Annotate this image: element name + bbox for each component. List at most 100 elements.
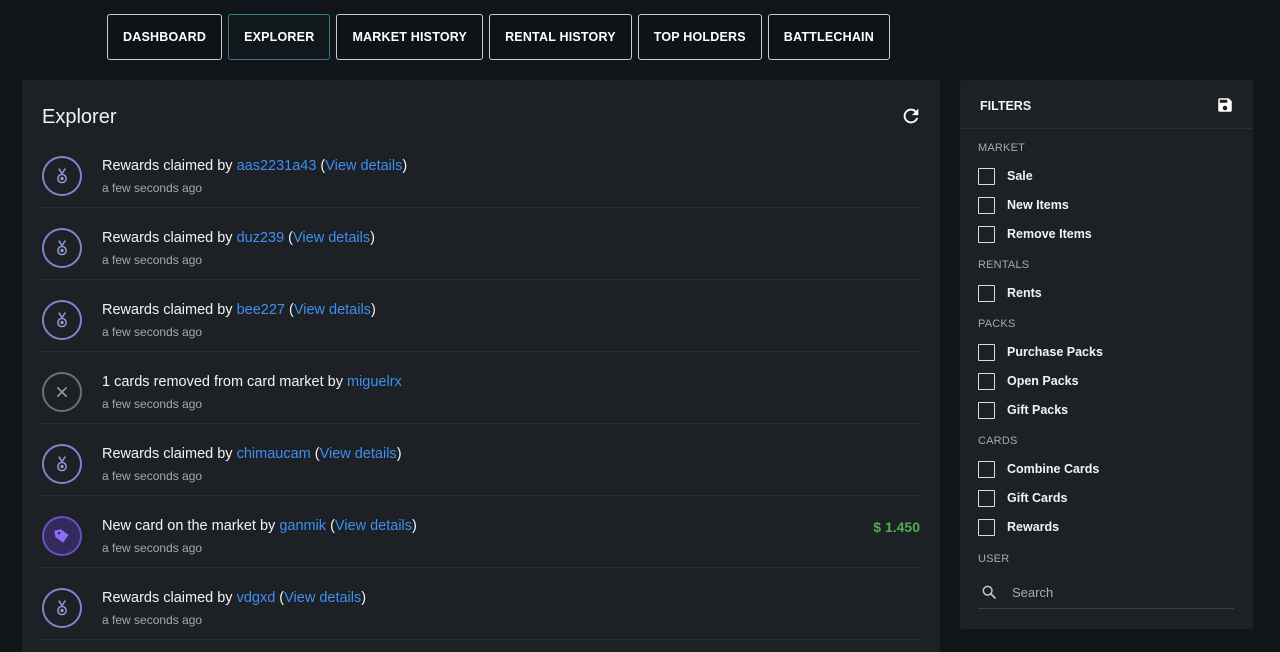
- tab-battlechain[interactable]: BATTLECHAIN: [767, 14, 890, 60]
- event-description: 1 cards removed from card market by: [102, 374, 347, 390]
- event-text: Rewards claimed by duz239 (View details): [102, 230, 375, 246]
- filter-label-new-items: New Items: [1007, 198, 1069, 212]
- event-user-link[interactable]: miguelrx: [347, 374, 402, 390]
- explorer-panel: Explorer Rewards claimed by aas2231a43 (…: [22, 80, 940, 652]
- tag-icon: [54, 529, 69, 543]
- paren-open: (: [284, 230, 294, 246]
- event-user-link[interactable]: bee227: [237, 302, 285, 318]
- event-timestamp: a few seconds ago: [102, 613, 203, 627]
- event-user-link[interactable]: chimaucam: [237, 446, 311, 462]
- event-description: Rewards claimed by: [102, 590, 237, 606]
- filter-label-rents: Rents: [1007, 286, 1042, 300]
- paren-open: (: [310, 446, 320, 462]
- event-timestamp: a few seconds ago: [102, 325, 203, 339]
- event-user-link[interactable]: aas2231a43: [237, 158, 317, 174]
- event-text: Rewards claimed by aas2231a43 (View deta…: [102, 158, 407, 174]
- event-row: New card on the market by ganmik (View d…: [42, 496, 920, 568]
- event-user-link[interactable]: duz239: [237, 230, 285, 246]
- filter-label-gift-cards: Gift Cards: [1007, 491, 1068, 505]
- filter-option-new-items[interactable]: New Items: [978, 196, 1069, 214]
- filter-option-gift-packs[interactable]: Gift Packs: [978, 401, 1068, 419]
- filter-label-purchase-packs: Purchase Packs: [1007, 345, 1103, 359]
- filter-option-purchase-packs[interactable]: Purchase Packs: [978, 343, 1103, 361]
- paren-close: ): [402, 158, 408, 174]
- view-details-link[interactable]: View details: [335, 518, 412, 534]
- filters-title: FILTERS: [980, 99, 1032, 113]
- section-label-market: MARKET: [978, 142, 1026, 154]
- event-feed: Rewards claimed by aas2231a43 (View deta…: [42, 136, 920, 640]
- top-nav: DASHBOARD EXPLORER MARKET HISTORY RENTAL…: [107, 14, 890, 60]
- event-icon-badge: [42, 156, 82, 196]
- filter-option-rewards[interactable]: Rewards: [978, 518, 1059, 536]
- user-search-input[interactable]: [1012, 584, 1222, 600]
- event-text: New card on the market by ganmik (View d…: [102, 518, 417, 534]
- tab-market-history[interactable]: MARKET HISTORY: [336, 14, 484, 60]
- checkbox-rents[interactable]: [978, 284, 995, 302]
- view-details-link[interactable]: View details: [320, 446, 397, 462]
- close-icon: [57, 387, 67, 397]
- event-timestamp: a few seconds ago: [102, 253, 203, 267]
- event-timestamp: a few seconds ago: [102, 541, 203, 555]
- view-details-link[interactable]: View details: [294, 302, 371, 318]
- paren-close: ): [396, 446, 402, 462]
- paren-close: ): [412, 518, 417, 534]
- save-icon[interactable]: [1216, 96, 1234, 114]
- paren-close: ): [370, 302, 376, 318]
- event-row: Rewards claimed by chimaucam (View detai…: [42, 424, 920, 496]
- event-row: 1 cards removed from card market by migu…: [42, 352, 920, 424]
- refresh-icon[interactable]: [900, 105, 922, 127]
- tab-top-holders[interactable]: TOP HOLDERS: [637, 14, 762, 60]
- event-row: Rewards claimed by aas2231a43 (View deta…: [42, 136, 920, 208]
- checkbox-purchase-packs[interactable]: [978, 343, 995, 361]
- search-icon: [982, 585, 996, 599]
- checkbox-gift-packs[interactable]: [978, 401, 995, 419]
- filter-option-rents[interactable]: Rents: [978, 284, 1042, 302]
- view-details-link[interactable]: View details: [293, 230, 370, 246]
- page-title: Explorer: [42, 106, 117, 128]
- checkbox-open-packs[interactable]: [978, 372, 995, 390]
- event-row: Rewards claimed by vdgxd (View details) a…: [42, 568, 920, 640]
- filter-option-sale[interactable]: Sale: [978, 167, 1033, 185]
- view-details-link[interactable]: View details: [325, 158, 402, 174]
- filter-option-gift-cards[interactable]: Gift Cards: [978, 489, 1067, 507]
- checkbox-gift-cards[interactable]: [978, 489, 995, 507]
- filter-option-remove-items[interactable]: Remove Items: [978, 225, 1092, 243]
- tab-dashboard[interactable]: DASHBOARD: [107, 14, 223, 60]
- event-icon-badge: [42, 300, 82, 340]
- section-label-packs: PACKS: [978, 318, 1016, 330]
- event-price: $ 1.450: [873, 519, 920, 535]
- paren-open: (: [275, 590, 285, 606]
- paren-close: ): [370, 230, 375, 246]
- event-user-link[interactable]: vdgxd: [237, 590, 276, 606]
- checkbox-combine-cards[interactable]: [978, 460, 995, 478]
- view-details-link[interactable]: View details: [284, 590, 361, 606]
- event-row: Rewards claimed by duz239 (View details)…: [42, 208, 920, 280]
- tab-rental-history[interactable]: RENTAL HISTORY: [489, 14, 632, 60]
- event-description: Rewards claimed by: [102, 230, 237, 246]
- filter-label-rewards: Rewards: [1007, 520, 1060, 534]
- event-text: 1 cards removed from card market by migu…: [102, 374, 402, 390]
- filter-label-gift-packs: Gift Packs: [1007, 403, 1069, 417]
- checkbox-new-items[interactable]: [978, 196, 995, 214]
- event-text: Rewards claimed by vdgxd (View details): [102, 590, 366, 606]
- filter-option-open-packs[interactable]: Open Packs: [978, 372, 1079, 390]
- tab-explorer[interactable]: EXPLORER: [228, 14, 331, 60]
- filter-label-sale: Sale: [1007, 169, 1033, 183]
- filters-header: FILTERS: [960, 80, 1253, 129]
- checkbox-remove-items[interactable]: [978, 225, 995, 243]
- event-text: Rewards claimed by bee227 (View details): [102, 302, 376, 318]
- event-timestamp: a few seconds ago: [102, 397, 203, 411]
- user-search: [978, 576, 1234, 609]
- filter-label-remove-items: Remove Items: [1007, 227, 1092, 241]
- medal-icon: [57, 168, 67, 184]
- event-icon-badge: [42, 516, 82, 556]
- section-label-rentals: RENTALS: [978, 259, 1030, 271]
- checkbox-sale[interactable]: [978, 167, 995, 185]
- medal-icon: [57, 600, 67, 616]
- filter-option-combine-cards[interactable]: Combine Cards: [978, 460, 1099, 478]
- medal-icon: [57, 312, 67, 328]
- event-user-link[interactable]: ganmik: [279, 518, 326, 534]
- section-label-user: USER: [978, 553, 1010, 565]
- medal-icon: [57, 456, 67, 472]
- checkbox-rewards[interactable]: [978, 518, 995, 536]
